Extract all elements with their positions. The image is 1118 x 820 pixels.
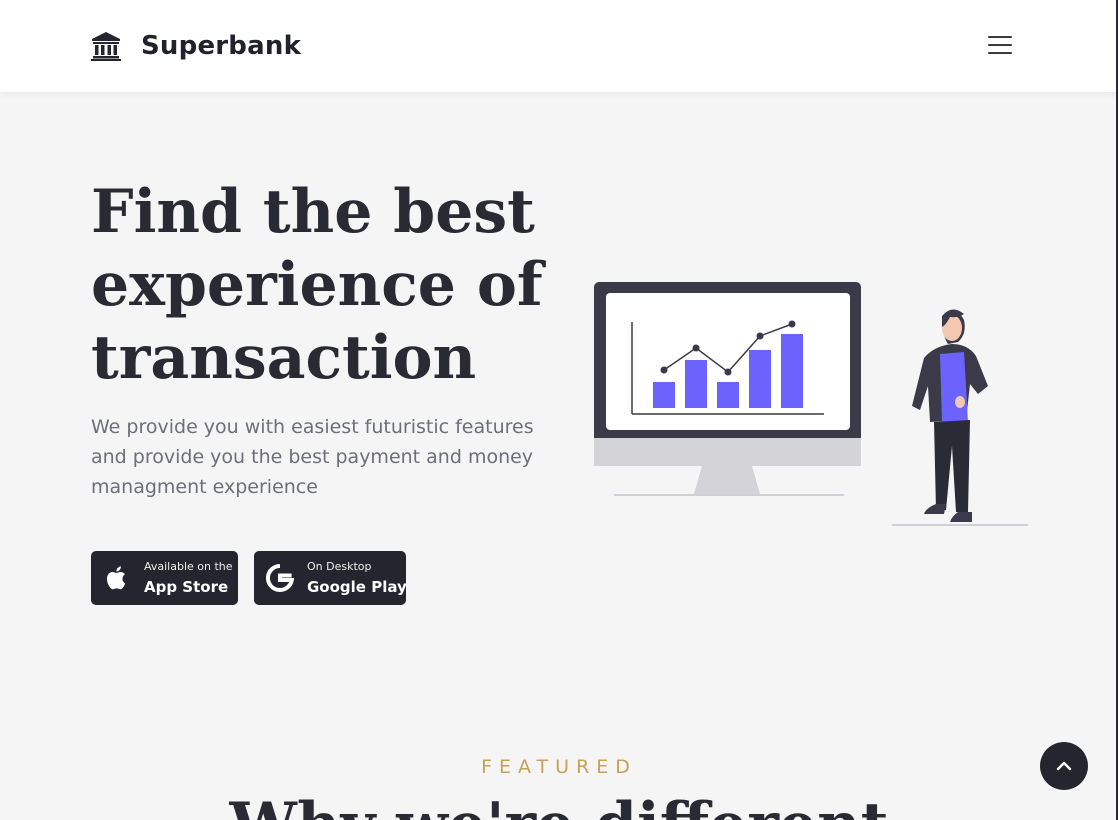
- hamburger-line: [988, 44, 1012, 46]
- app-store-button[interactable]: Available on the App Store: [91, 551, 238, 605]
- app-store-text: Available on the App Store: [144, 560, 233, 597]
- hero-subtitle: We provide you with easiest futuristic f…: [91, 416, 534, 498]
- apple-icon: [106, 566, 126, 590]
- google-icon: [266, 563, 295, 592]
- monitor-illustration: [594, 282, 861, 496]
- menu-toggle-button[interactable]: [984, 32, 1016, 58]
- hero-title: Find the best experience of transaction: [91, 176, 571, 395]
- google-play-label: Google Play: [307, 577, 407, 596]
- chevron-up-icon: [1056, 761, 1072, 771]
- hero-title-line: Find the best: [91, 177, 535, 247]
- app-store-label: App Store: [144, 577, 229, 596]
- bank-icon: [91, 32, 121, 61]
- brand-name: Superbank: [141, 31, 302, 61]
- google-play-text: On Desktop Google Play: [307, 560, 407, 597]
- brand-logo-link[interactable]: Superbank: [91, 28, 301, 64]
- featured-label: FEATURED: [481, 756, 637, 778]
- google-play-button[interactable]: On Desktop Google Play: [254, 551, 407, 605]
- hero-title-line: experience of: [91, 250, 543, 320]
- hero-title-line: transaction: [91, 323, 477, 393]
- hamburger-menu-icon: [988, 36, 1012, 38]
- back-to-top-button[interactable]: [1040, 742, 1088, 790]
- hero-illustration: [594, 282, 1028, 526]
- google-play-small-label: On Desktop: [307, 559, 372, 573]
- navbar: Superbank: [0, 0, 1118, 92]
- section-title: Why we're different: [0, 790, 1118, 820]
- person-illustration: [892, 309, 1028, 526]
- hamburger-line: [988, 52, 1012, 54]
- app-store-small-label: Available on the: [144, 559, 233, 573]
